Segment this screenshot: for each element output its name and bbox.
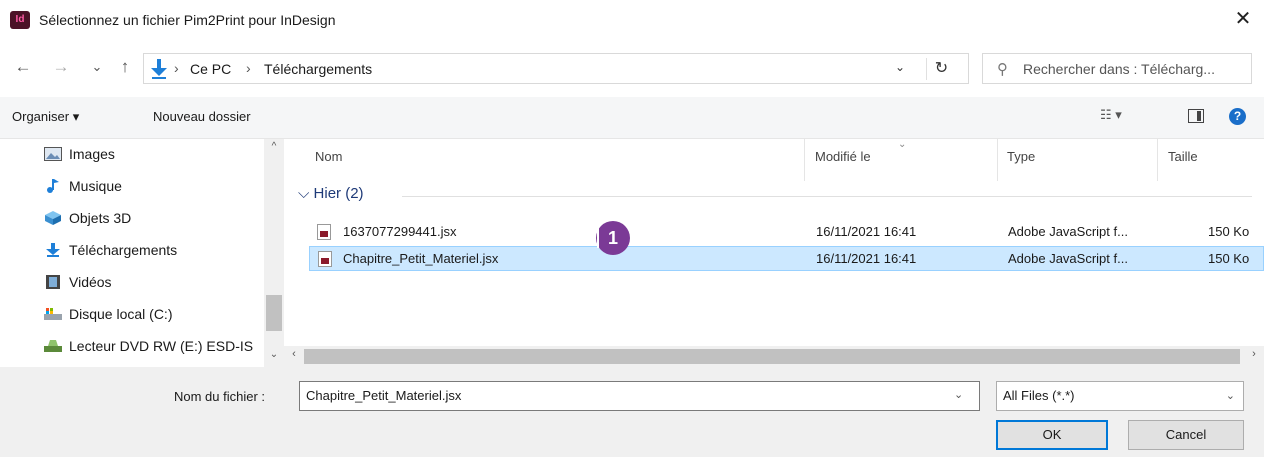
- jsx-file-icon: [317, 224, 331, 240]
- filename-history-dropdown-icon[interactable]: ⌄: [954, 388, 963, 401]
- downloads-icon: [151, 59, 167, 79]
- file-row-selected[interactable]: Chapitre_Petit_Materiel.jsx 16/11/2021 1…: [309, 246, 1264, 271]
- sidebar-item-music[interactable]: Musique: [44, 173, 264, 199]
- new-folder-button[interactable]: Nouveau dossier: [153, 109, 251, 124]
- sort-indicator-icon: ⌄: [898, 139, 907, 150]
- preview-pane-button[interactable]: [1188, 109, 1204, 123]
- file-modified: 16/11/2021 16:41: [816, 251, 917, 266]
- ok-button[interactable]: OK: [996, 420, 1108, 450]
- search-icon: ⚲: [997, 61, 1008, 78]
- window-title: Sélectionnez un fichier Pim2Print pour I…: [39, 12, 336, 28]
- file-modified: 16/11/2021 16:41: [816, 224, 917, 239]
- organize-menu-button[interactable]: Organiser ▾: [12, 109, 79, 125]
- forward-button[interactable]: →: [50, 56, 72, 78]
- recent-locations-button[interactable]: ⌄: [86, 56, 108, 78]
- breadcrumb-this-pc[interactable]: Ce PC: [190, 61, 231, 77]
- scroll-down-arrow[interactable]: ⌄: [264, 349, 284, 365]
- scroll-up-arrow[interactable]: ^: [264, 141, 284, 157]
- horizontal-scrollbar[interactable]: ‹ ›: [284, 346, 1264, 367]
- downloads-icon: [46, 243, 60, 257]
- group-divider: [402, 196, 1252, 197]
- close-button[interactable]: ✕: [1232, 8, 1254, 30]
- scroll-right-arrow[interactable]: ›: [1246, 348, 1262, 364]
- objects-3d-icon: [45, 211, 61, 225]
- file-name: Chapitre_Petit_Materiel.jsx: [343, 251, 499, 266]
- column-header-modified[interactable]: Modifié le: [815, 149, 871, 164]
- address-row: ← → ⌄ ↑ › Ce PC › Téléchargements ⌄ ↻ ⚲ …: [0, 42, 1264, 97]
- sidebar-item-dvd-drive[interactable]: Lecteur DVD RW (E:) ESD-IS: [44, 333, 264, 359]
- dvd-drive-icon: [44, 340, 62, 352]
- group-header-yesterday[interactable]: ⌵ Hier (2): [298, 185, 364, 202]
- column-separator[interactable]: [1157, 139, 1158, 181]
- scroll-left-arrow[interactable]: ‹: [286, 348, 302, 364]
- search-placeholder: Rechercher dans : Télécharg...: [1023, 61, 1215, 77]
- file-type: Adobe JavaScript f...: [1008, 224, 1128, 239]
- local-disk-icon: [44, 308, 62, 320]
- file-row[interactable]: 1637077299441.jsx 16/11/2021 16:41 Adobe…: [309, 220, 1264, 245]
- chevron-down-icon: ⌄: [1225, 390, 1235, 402]
- breadcrumb-separator: ›: [246, 60, 251, 76]
- breadcrumb-separator: ›: [174, 60, 179, 76]
- file-size: 150 Ko: [1208, 224, 1250, 239]
- sidebar-scrollbar[interactable]: ^ ⌄: [264, 139, 284, 367]
- file-size: 150 Ko: [1208, 251, 1250, 266]
- navigation-pane: Images Musique Objets 3D Téléchargements…: [0, 139, 284, 367]
- horizontal-scroll-thumb[interactable]: [304, 349, 1240, 364]
- sidebar-item-downloads[interactable]: Téléchargements: [44, 237, 264, 263]
- file-name: 1637077299441.jsx: [343, 224, 457, 239]
- command-toolbar: Organiser ▾ Nouveau dossier ☷ ▾ ?: [0, 97, 1264, 139]
- file-type: Adobe JavaScript f...: [1008, 251, 1128, 266]
- annotation-step-badge: 1: [596, 221, 630, 255]
- column-header-type[interactable]: Type: [1007, 149, 1035, 164]
- file-type-value: All Files (*.*): [1003, 388, 1075, 403]
- cancel-button[interactable]: Cancel: [1128, 420, 1244, 450]
- sidebar-item-images[interactable]: Images: [44, 141, 264, 167]
- sidebar-scroll-thumb[interactable]: [266, 295, 282, 331]
- filename-label: Nom du fichier :: [174, 389, 266, 404]
- column-header-size[interactable]: Taille: [1168, 149, 1198, 164]
- refresh-button[interactable]: ↻: [926, 58, 956, 80]
- images-icon: [44, 147, 62, 161]
- sidebar-item-3d-objects[interactable]: Objets 3D: [44, 205, 264, 231]
- back-button[interactable]: ←: [12, 56, 34, 78]
- search-box[interactable]: ⚲ Rechercher dans : Télécharg...: [982, 53, 1252, 84]
- indesign-app-icon: Id: [10, 11, 30, 29]
- title-bar: Id Sélectionnez un fichier Pim2Print pou…: [0, 0, 1264, 42]
- breadcrumb-downloads[interactable]: Téléchargements: [264, 61, 372, 77]
- videos-icon: [46, 275, 60, 289]
- jsx-file-icon: [318, 251, 332, 267]
- sidebar-item-videos[interactable]: Vidéos: [44, 269, 264, 295]
- address-dropdown-icon[interactable]: ⌄: [889, 60, 911, 78]
- help-button[interactable]: ?: [1229, 108, 1246, 125]
- column-header-name[interactable]: Nom: [315, 149, 342, 164]
- address-bar[interactable]: › Ce PC › Téléchargements ⌄ ↻: [143, 53, 969, 84]
- column-separator[interactable]: [997, 139, 998, 181]
- file-type-select[interactable]: All Files (*.*) ⌄: [996, 381, 1244, 411]
- up-button[interactable]: ↑: [114, 56, 136, 78]
- dialog-footer: Nom du fichier : Chapitre_Petit_Materiel…: [0, 367, 1264, 457]
- music-icon: [47, 179, 59, 193]
- file-list-pane: Nom ⌄ Modifié le Type Taille ⌵ Hier (2) …: [284, 139, 1264, 367]
- sidebar-item-local-disk[interactable]: Disque local (C:): [44, 301, 264, 327]
- filename-input[interactable]: Chapitre_Petit_Materiel.jsx: [299, 381, 980, 411]
- view-options-button[interactable]: ☷ ▾: [1100, 107, 1146, 129]
- column-separator[interactable]: [804, 139, 805, 181]
